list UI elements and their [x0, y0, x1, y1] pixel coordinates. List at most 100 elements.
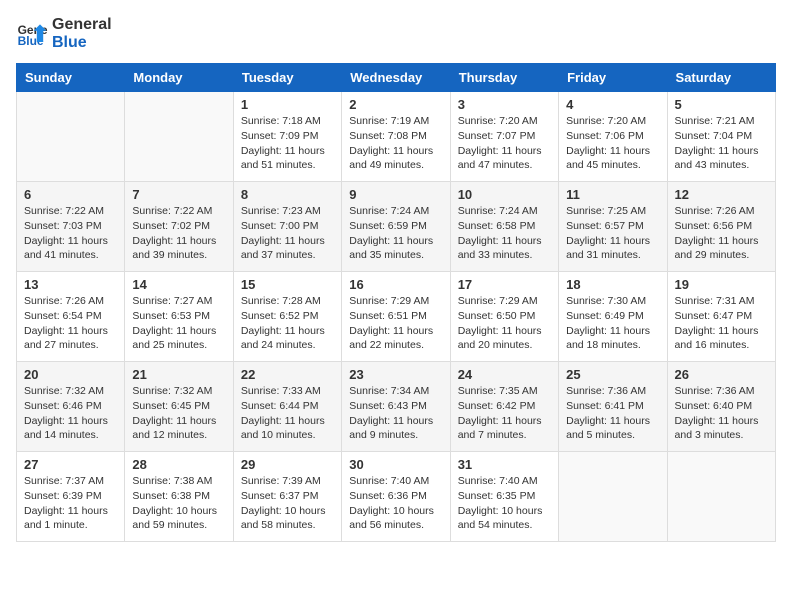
day-number: 31	[458, 457, 551, 472]
cell-content: Sunrise: 7:33 AM Sunset: 6:44 PM Dayligh…	[241, 384, 334, 443]
cell-content: Sunrise: 7:27 AM Sunset: 6:53 PM Dayligh…	[132, 294, 225, 353]
day-number: 7	[132, 187, 225, 202]
calendar-cell: 21 Sunrise: 7:32 AM Sunset: 6:45 PM Dayli…	[125, 362, 233, 452]
calendar-cell: 28 Sunrise: 7:38 AM Sunset: 6:38 PM Dayli…	[125, 452, 233, 542]
day-number: 20	[24, 367, 117, 382]
day-number: 21	[132, 367, 225, 382]
cell-content: Sunrise: 7:40 AM Sunset: 6:36 PM Dayligh…	[349, 474, 442, 533]
day-number: 23	[349, 367, 442, 382]
calendar-cell: 17 Sunrise: 7:29 AM Sunset: 6:50 PM Dayli…	[450, 272, 558, 362]
calendar-cell: 24Sunrise: 7:35 AM Sunset: 6:42 PM Dayli…	[450, 362, 558, 452]
calendar-cell: 3 Sunrise: 7:20 AM Sunset: 7:07 PM Daylig…	[450, 92, 558, 182]
calendar-table: SundayMondayTuesdayWednesdayThursdayFrid…	[16, 63, 776, 542]
day-number: 8	[241, 187, 334, 202]
cell-content: Sunrise: 7:32 AM Sunset: 6:45 PM Dayligh…	[132, 384, 225, 443]
cell-content: Sunrise: 7:36 AM Sunset: 6:41 PM Dayligh…	[566, 384, 659, 443]
cell-content: Sunrise: 7:29 AM Sunset: 6:51 PM Dayligh…	[349, 294, 442, 353]
calendar-cell: 10 Sunrise: 7:24 AM Sunset: 6:58 PM Dayli…	[450, 182, 558, 272]
day-number: 19	[675, 277, 768, 292]
calendar-cell: 27 Sunrise: 7:37 AM Sunset: 6:39 PM Dayli…	[17, 452, 125, 542]
calendar-cell: 23 Sunrise: 7:34 AM Sunset: 6:43 PM Dayli…	[342, 362, 450, 452]
calendar-cell: 29 Sunrise: 7:39 AM Sunset: 6:37 PM Dayli…	[233, 452, 341, 542]
day-number: 30	[349, 457, 442, 472]
cell-content: Sunrise: 7:37 AM Sunset: 6:39 PM Dayligh…	[24, 474, 117, 533]
calendar-week-row: 1Sunrise: 7:18 AM Sunset: 7:09 PM Daylig…	[17, 92, 776, 182]
weekday-header: Wednesday	[342, 64, 450, 92]
day-number: 13	[24, 277, 117, 292]
cell-content: Sunrise: 7:20 AM Sunset: 7:06 PM Dayligh…	[566, 114, 659, 173]
logo-general: General	[52, 16, 112, 34]
calendar-cell: 26 Sunrise: 7:36 AM Sunset: 6:40 PM Dayli…	[667, 362, 775, 452]
day-number: 2	[349, 97, 442, 112]
cell-content: Sunrise: 7:31 AM Sunset: 6:47 PM Dayligh…	[675, 294, 768, 353]
day-number: 22	[241, 367, 334, 382]
day-number: 26	[675, 367, 768, 382]
calendar-week-row: 20 Sunrise: 7:32 AM Sunset: 6:46 PM Dayli…	[17, 362, 776, 452]
day-number: 12	[675, 187, 768, 202]
calendar-cell: 6 Sunrise: 7:22 AM Sunset: 7:03 PM Daylig…	[17, 182, 125, 272]
day-number: 5	[675, 97, 768, 112]
calendar-cell	[559, 452, 667, 542]
day-number: 28	[132, 457, 225, 472]
calendar-cell	[17, 92, 125, 182]
logo-icon: General Blue	[16, 18, 48, 50]
calendar-week-row: 27 Sunrise: 7:37 AM Sunset: 6:39 PM Dayli…	[17, 452, 776, 542]
day-number: 29	[241, 457, 334, 472]
calendar-cell: 31 Sunrise: 7:40 AM Sunset: 6:35 PM Dayli…	[450, 452, 558, 542]
logo-blue: Blue	[52, 34, 112, 52]
weekday-header: Tuesday	[233, 64, 341, 92]
calendar-cell: 15Sunrise: 7:28 AM Sunset: 6:52 PM Dayli…	[233, 272, 341, 362]
cell-content: Sunrise: 7:22 AM Sunset: 7:03 PM Dayligh…	[24, 204, 117, 263]
cell-content: Sunrise: 7:21 AM Sunset: 7:04 PM Dayligh…	[675, 114, 768, 173]
calendar-cell: 22 Sunrise: 7:33 AM Sunset: 6:44 PM Dayli…	[233, 362, 341, 452]
weekday-header: Thursday	[450, 64, 558, 92]
calendar-cell: 2 Sunrise: 7:19 AM Sunset: 7:08 PM Daylig…	[342, 92, 450, 182]
page-header: General Blue General Blue	[16, 16, 776, 51]
day-number: 6	[24, 187, 117, 202]
day-number: 24	[458, 367, 551, 382]
cell-content: Sunrise: 7:36 AM Sunset: 6:40 PM Dayligh…	[675, 384, 768, 443]
calendar-cell: 9Sunrise: 7:24 AM Sunset: 6:59 PM Daylig…	[342, 182, 450, 272]
day-number: 10	[458, 187, 551, 202]
weekday-header: Saturday	[667, 64, 775, 92]
cell-content: Sunrise: 7:32 AM Sunset: 6:46 PM Dayligh…	[24, 384, 117, 443]
day-number: 27	[24, 457, 117, 472]
calendar-cell: 16 Sunrise: 7:29 AM Sunset: 6:51 PM Dayli…	[342, 272, 450, 362]
weekday-header: Sunday	[17, 64, 125, 92]
cell-content: Sunrise: 7:28 AM Sunset: 6:52 PM Dayligh…	[241, 294, 334, 353]
cell-content: Sunrise: 7:23 AM Sunset: 7:00 PM Dayligh…	[241, 204, 334, 263]
calendar-cell: 1Sunrise: 7:18 AM Sunset: 7:09 PM Daylig…	[233, 92, 341, 182]
cell-content: Sunrise: 7:24 AM Sunset: 6:58 PM Dayligh…	[458, 204, 551, 263]
calendar-cell: 20 Sunrise: 7:32 AM Sunset: 6:46 PM Dayli…	[17, 362, 125, 452]
cell-content: Sunrise: 7:38 AM Sunset: 6:38 PM Dayligh…	[132, 474, 225, 533]
day-number: 16	[349, 277, 442, 292]
calendar-cell: 7 Sunrise: 7:22 AM Sunset: 7:02 PM Daylig…	[125, 182, 233, 272]
day-number: 4	[566, 97, 659, 112]
cell-content: Sunrise: 7:19 AM Sunset: 7:08 PM Dayligh…	[349, 114, 442, 173]
cell-content: Sunrise: 7:34 AM Sunset: 6:43 PM Dayligh…	[349, 384, 442, 443]
day-number: 3	[458, 97, 551, 112]
calendar-cell: 5 Sunrise: 7:21 AM Sunset: 7:04 PM Daylig…	[667, 92, 775, 182]
day-number: 17	[458, 277, 551, 292]
calendar-cell: 13 Sunrise: 7:26 AM Sunset: 6:54 PM Dayli…	[17, 272, 125, 362]
calendar-cell: 14 Sunrise: 7:27 AM Sunset: 6:53 PM Dayli…	[125, 272, 233, 362]
calendar-cell	[667, 452, 775, 542]
cell-content: Sunrise: 7:20 AM Sunset: 7:07 PM Dayligh…	[458, 114, 551, 173]
cell-content: Sunrise: 7:25 AM Sunset: 6:57 PM Dayligh…	[566, 204, 659, 263]
calendar-cell: 30 Sunrise: 7:40 AM Sunset: 6:36 PM Dayli…	[342, 452, 450, 542]
calendar-cell: 11Sunrise: 7:25 AM Sunset: 6:57 PM Dayli…	[559, 182, 667, 272]
cell-content: Sunrise: 7:39 AM Sunset: 6:37 PM Dayligh…	[241, 474, 334, 533]
calendar-cell: 12Sunrise: 7:26 AM Sunset: 6:56 PM Dayli…	[667, 182, 775, 272]
cell-content: Sunrise: 7:22 AM Sunset: 7:02 PM Dayligh…	[132, 204, 225, 263]
cell-content: Sunrise: 7:29 AM Sunset: 6:50 PM Dayligh…	[458, 294, 551, 353]
calendar-cell: 18Sunrise: 7:30 AM Sunset: 6:49 PM Dayli…	[559, 272, 667, 362]
calendar-cell	[125, 92, 233, 182]
calendar-cell: 25 Sunrise: 7:36 AM Sunset: 6:41 PM Dayli…	[559, 362, 667, 452]
cell-content: Sunrise: 7:40 AM Sunset: 6:35 PM Dayligh…	[458, 474, 551, 533]
day-number: 14	[132, 277, 225, 292]
day-number: 25	[566, 367, 659, 382]
day-number: 9	[349, 187, 442, 202]
weekday-header: Friday	[559, 64, 667, 92]
calendar-week-row: 13 Sunrise: 7:26 AM Sunset: 6:54 PM Dayli…	[17, 272, 776, 362]
cell-content: Sunrise: 7:26 AM Sunset: 6:54 PM Dayligh…	[24, 294, 117, 353]
